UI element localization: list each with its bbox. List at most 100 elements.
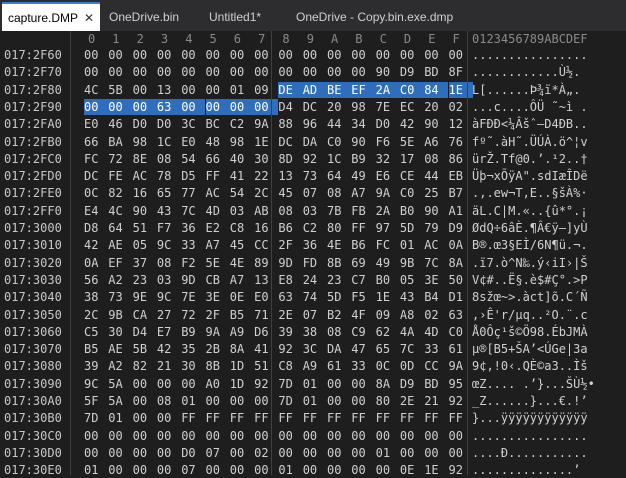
hex-byte[interactable]: FF (400, 410, 418, 426)
hex-byte[interactable]: 00 (84, 64, 102, 80)
hex-byte[interactable]: 48 (206, 134, 224, 150)
hex-byte[interactable]: 76 (449, 134, 467, 150)
hex-byte[interactable]: 38 (303, 324, 321, 340)
hex-byte[interactable]: EB (449, 168, 467, 184)
hex-byte[interactable]: 9A (449, 358, 467, 374)
hex-byte[interactable]: 5B (108, 82, 126, 98)
hex-byte[interactable]: 02 (424, 307, 442, 323)
hex-byte[interactable]: DE (278, 81, 303, 98)
hex-byte[interactable]: BE (327, 81, 352, 98)
hex-byte[interactable]: E0 (84, 116, 102, 132)
hex-byte[interactable]: 00 (303, 462, 321, 478)
hex-byte[interactable]: 05 (400, 272, 418, 288)
ascii-text[interactable]: 8sžœ~>.àct]õ.C´Ñ (472, 289, 588, 305)
hex-byte[interactable]: 3C (181, 116, 199, 132)
hex-byte[interactable]: 95 (449, 376, 467, 392)
hex-byte[interactable]: 1C (157, 134, 175, 150)
hex-byte[interactable]: 4D (424, 324, 442, 340)
hex-byte[interactable]: 2A (375, 81, 400, 98)
ascii-text[interactable]: L[......Þ­¾ï*À„. (472, 82, 580, 98)
hex-byte[interactable]: 00 (278, 428, 296, 444)
hex-byte[interactable]: 00 (376, 462, 394, 478)
hex-byte[interactable]: DC (303, 99, 321, 115)
hex-byte[interactable]: AC (133, 168, 151, 184)
hex-byte[interactable]: 00 (303, 428, 321, 444)
hex-byte[interactable]: 8E (133, 151, 151, 167)
hex-byte[interactable]: A7 (351, 185, 369, 201)
hex-byte[interactable]: 69 (351, 255, 369, 271)
hex-byte[interactable]: 45 (278, 185, 296, 201)
hex-byte[interactable]: 41 (230, 168, 248, 184)
hex-byte[interactable]: 00 (206, 47, 224, 63)
hex-byte[interactable]: 39 (278, 324, 296, 340)
hex-byte[interactable]: 13 (157, 82, 175, 98)
ascii-text[interactable]: V¢#..Ë§.è$#Ç°.>P (472, 272, 588, 288)
hex-byte[interactable]: 00 (254, 393, 272, 409)
hex-byte[interactable]: 00 (206, 82, 224, 98)
hex-byte[interactable]: 00 (230, 47, 248, 63)
hex-byte[interactable]: 5A (108, 376, 126, 392)
ascii-text[interactable]: B®.œ3§EÌ/6N¶ü.¬. (472, 237, 588, 253)
hex-byte[interactable]: 00 (376, 47, 394, 63)
hex-byte[interactable]: 36 (181, 220, 199, 236)
hex-byte[interactable]: 50 (449, 272, 467, 288)
hex-byte[interactable]: 00 (206, 428, 224, 444)
hex-byte[interactable]: 9A (376, 185, 394, 201)
hex-byte[interactable]: 2B (206, 341, 224, 357)
ascii-text[interactable]: .‚.ew¬T,E..§šÀ%· (472, 185, 588, 201)
hex-byte[interactable]: 00 (133, 462, 151, 478)
hex-byte[interactable]: 43 (400, 289, 418, 305)
hex-byte[interactable]: 41 (254, 341, 272, 357)
hex-byte[interactable]: 00 (351, 462, 369, 478)
hex-byte[interactable]: 72 (181, 307, 199, 323)
ascii-text[interactable]: µ®[B5+ŠA’<ÚGe|3a (472, 341, 588, 357)
hex-byte[interactable]: 1D (230, 358, 248, 374)
hex-byte[interactable]: B4 (424, 289, 442, 305)
hex-byte[interactable]: 00 (424, 428, 442, 444)
hex-byte[interactable]: 98 (230, 134, 248, 150)
hex-byte[interactable]: 00 (133, 428, 151, 444)
hex-byte[interactable]: 65 (157, 185, 175, 201)
hex-byte[interactable]: 00 (230, 445, 248, 461)
hex-byte[interactable]: 38 (84, 289, 102, 305)
hex-byte[interactable]: 16 (254, 220, 272, 236)
hex-byte[interactable]: 00 (254, 47, 272, 63)
hex-byte[interactable]: 7D (278, 376, 296, 392)
hex-byte[interactable]: 82 (133, 358, 151, 374)
hex-byte[interactable]: 00 (133, 445, 151, 461)
hex-byte[interactable]: 8D (278, 151, 296, 167)
hex-byte[interactable]: 13 (278, 168, 296, 184)
hex-byte[interactable]: 00 (400, 47, 418, 63)
hex-byte[interactable]: 80 (376, 393, 394, 409)
hex-byte[interactable]: D9 (449, 220, 467, 236)
hex-byte[interactable]: 42 (400, 116, 418, 132)
hex-byte[interactable]: E0 (254, 289, 272, 305)
hex-byte[interactable]: 00 (157, 47, 175, 63)
hex-byte[interactable]: CA (133, 307, 151, 323)
hex-byte[interactable]: 71 (254, 307, 272, 323)
hex-byte[interactable]: FE (108, 168, 126, 184)
ascii-text[interactable]: àFÐÐ<¼Âšˆ–D4ÐB.. (472, 116, 588, 132)
hex-byte[interactable]: E6 (376, 168, 394, 184)
hex-byte[interactable]: 17 (400, 151, 418, 167)
hex-byte[interactable]: 00 (230, 64, 248, 80)
hex-byte[interactable]: E4 (84, 203, 102, 219)
hex-byte[interactable]: 00 (181, 376, 199, 392)
hex-byte[interactable]: 9D (181, 272, 199, 288)
hex-byte[interactable]: 9D (278, 255, 296, 271)
hex-byte[interactable]: D0 (133, 116, 151, 132)
hex-byte[interactable]: 1E (448, 81, 473, 98)
hex-byte[interactable]: D4 (278, 99, 296, 115)
hex-byte[interactable]: 00 (206, 462, 224, 478)
ascii-text[interactable]: ürŽ.Tf@0.’.¹2..† (472, 151, 588, 167)
hex-byte[interactable]: AD (302, 81, 327, 98)
hex-byte[interactable]: 00 (230, 393, 248, 409)
hex-byte[interactable]: AB (254, 203, 272, 219)
hex-byte[interactable]: 3C (303, 341, 321, 357)
hex-byte[interactable]: 49 (351, 168, 369, 184)
hex-byte[interactable]: 20 (327, 99, 345, 115)
hex-byte[interactable]: 64 (327, 168, 345, 184)
hex-byte[interactable]: 00 (206, 393, 224, 409)
hex-byte[interactable]: 00 (133, 82, 151, 98)
hex-byte[interactable]: 4A (400, 324, 418, 340)
